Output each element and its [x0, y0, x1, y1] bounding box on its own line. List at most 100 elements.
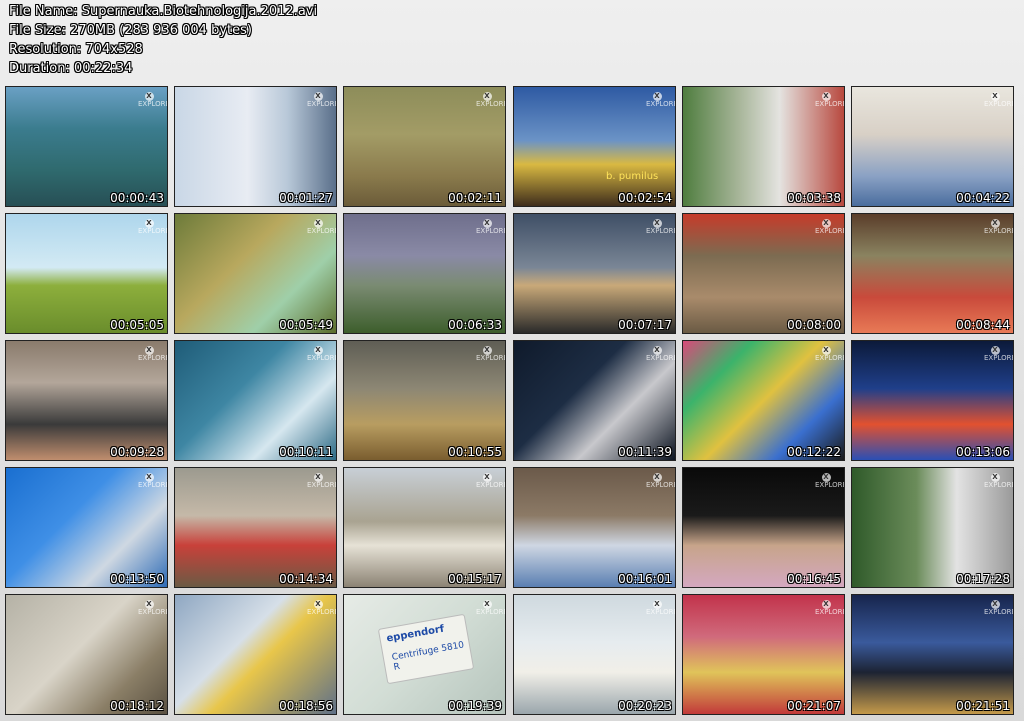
- channel-logo-icon: XEXPLORER: [984, 473, 1013, 489]
- video-thumbnail[interactable]: XEXPLORER 00:04:22: [851, 86, 1014, 207]
- watermark-label: EXPLORER: [984, 608, 1013, 616]
- timestamp: 00:02:54: [618, 191, 672, 205]
- watermark-label: EXPLORER: [138, 608, 167, 616]
- channel-logo-icon: XEXPLORER: [815, 600, 844, 616]
- watermark-label: EXPLORER: [307, 227, 336, 235]
- video-thumbnail[interactable]: XEXPLOREReppendorfCentrifuge 5810 R00:19…: [343, 594, 506, 715]
- channel-logo-icon: XEXPLORER: [307, 346, 336, 362]
- video-thumbnail[interactable]: XEXPLORER 00:08:44: [851, 213, 1014, 334]
- channel-logo-icon: XEXPLORER: [984, 219, 1013, 235]
- channel-logo-icon: XEXPLORER: [307, 219, 336, 235]
- channel-logo-icon: XEXPLORER: [815, 473, 844, 489]
- timestamp: 00:04:22: [956, 191, 1010, 205]
- file-info: File Name: Supernauka.Biotehnologija.201…: [9, 2, 317, 78]
- timestamp: 00:00:43: [110, 191, 164, 205]
- watermark-label: EXPLORER: [138, 481, 167, 489]
- watermark-label: EXPLORER: [646, 100, 675, 108]
- video-thumbnail[interactable]: XEXPLORER b. pumilus 00:02:54: [513, 86, 676, 207]
- timestamp: 00:12:22: [787, 445, 841, 459]
- video-thumbnail[interactable]: XEXPLORER 00:03:38: [682, 86, 845, 207]
- timestamp: 00:10:55: [448, 445, 502, 459]
- video-thumbnail[interactable]: XEXPLORER 00:15:17: [343, 467, 506, 588]
- timestamp: 00:17:28: [956, 572, 1010, 586]
- watermark-label: EXPLORER: [138, 354, 167, 362]
- channel-logo-icon: XEXPLORER: [476, 473, 505, 489]
- watermark-label: EXPLORER: [984, 100, 1013, 108]
- video-thumbnail[interactable]: XEXPLORER 00:00:43: [5, 86, 168, 207]
- video-thumbnail[interactable]: XEXPLORER 00:18:12: [5, 594, 168, 715]
- timestamp: 00:11:39: [618, 445, 672, 459]
- channel-logo-icon: XEXPLORER: [476, 219, 505, 235]
- watermark-label: EXPLORER: [815, 227, 844, 235]
- video-thumbnail[interactable]: XEXPLORER 00:12:22: [682, 340, 845, 461]
- watermark-label: EXPLORER: [307, 608, 336, 616]
- timestamp: 00:21:51: [956, 699, 1010, 713]
- caption-text: b. pumilus: [606, 171, 659, 182]
- timestamp: 00:03:38: [787, 191, 841, 205]
- watermark-label: EXPLORER: [307, 354, 336, 362]
- thumbnail-grid: XEXPLORER00:00:43XEXPLORER00:01:27XEXPLO…: [5, 86, 1014, 715]
- timestamp: 00:13:50: [110, 572, 164, 586]
- channel-logo-icon: XEXPLORER: [476, 600, 505, 616]
- channel-logo-icon: XEXPLORER: [646, 346, 675, 362]
- channel-logo-icon: XEXPLORER: [984, 600, 1013, 616]
- video-thumbnail[interactable]: XEXPLORER 00:02:11: [343, 86, 506, 207]
- video-thumbnail[interactable]: XEXPLORER 00:05:49: [174, 213, 337, 334]
- file-name: File Name: Supernauka.Biotehnologija.201…: [9, 4, 318, 19]
- timestamp: 00:09:28: [110, 445, 164, 459]
- watermark-label: EXPLORER: [476, 354, 505, 362]
- timestamp: 00:08:00: [787, 318, 841, 332]
- video-thumbnail[interactable]: XEXPLORER 00:08:00: [682, 213, 845, 334]
- timestamp: 00:08:44: [956, 318, 1010, 332]
- timestamp: 00:16:45: [787, 572, 841, 586]
- video-thumbnail[interactable]: XEXPLORER 00:10:11: [174, 340, 337, 461]
- channel-logo-icon: XEXPLORER: [646, 219, 675, 235]
- watermark-label: EXPLORER: [476, 100, 505, 108]
- video-thumbnail[interactable]: XEXPLORER 00:09:28: [5, 340, 168, 461]
- timestamp: 00:20:23: [618, 699, 672, 713]
- video-thumbnail[interactable]: XEXPLORER 00:07:17: [513, 213, 676, 334]
- timestamp: 00:01:27: [279, 191, 333, 205]
- resolution: Resolution: 704x528: [9, 42, 143, 57]
- model-name: Centrifuge 5810 R: [391, 640, 465, 673]
- video-thumbnail[interactable]: XEXPLORER 00:11:39: [513, 340, 676, 461]
- watermark-label: EXPLORER: [984, 227, 1013, 235]
- video-thumbnail[interactable]: XEXPLORER 00:10:55: [343, 340, 506, 461]
- channel-logo-icon: XEXPLORER: [138, 219, 167, 235]
- video-thumbnail[interactable]: XEXPLORER 00:01:27: [174, 86, 337, 207]
- channel-logo-icon: XEXPLORER: [815, 346, 844, 362]
- video-thumbnail[interactable]: XEXPLORER 00:13:50: [5, 467, 168, 588]
- timestamp: 00:10:11: [279, 445, 333, 459]
- channel-logo-icon: XEXPLORER: [138, 92, 167, 108]
- video-thumbnail[interactable]: XEXPLORER 00:16:01: [513, 467, 676, 588]
- video-thumbnail[interactable]: XEXPLORER 00:21:51: [851, 594, 1014, 715]
- video-thumbnail[interactable]: XEXPLORER 00:16:45: [682, 467, 845, 588]
- channel-logo-icon: XEXPLORER: [307, 92, 336, 108]
- video-thumbnail[interactable]: XEXPLORER 00:20:23: [513, 594, 676, 715]
- channel-logo-icon: XEXPLORER: [307, 473, 336, 489]
- channel-logo-icon: XEXPLORER: [646, 92, 675, 108]
- video-thumbnail[interactable]: XEXPLORER 00:06:33: [343, 213, 506, 334]
- video-thumbnail[interactable]: XEXPLORER 00:14:34: [174, 467, 337, 588]
- video-thumbnail[interactable]: XEXPLORER 00:18:56: [174, 594, 337, 715]
- timestamp: 00:14:34: [279, 572, 333, 586]
- watermark-label: EXPLORER: [815, 100, 844, 108]
- video-thumbnail[interactable]: XEXPLORER 00:05:05: [5, 213, 168, 334]
- channel-logo-icon: XEXPLORER: [815, 92, 844, 108]
- brand-name: eppendorf: [385, 623, 446, 645]
- watermark-label: EXPLORER: [476, 481, 505, 489]
- watermark-label: EXPLORER: [815, 481, 844, 489]
- video-thumbnail[interactable]: XEXPLORER 00:17:28: [851, 467, 1014, 588]
- video-thumbnail[interactable]: XEXPLORER 00:21:07: [682, 594, 845, 715]
- video-thumbnail[interactable]: XEXPLORER 00:13:06: [851, 340, 1014, 461]
- watermark-label: EXPLORER: [984, 354, 1013, 362]
- channel-logo-icon: XEXPLORER: [984, 92, 1013, 108]
- channel-logo-icon: XEXPLORER: [138, 473, 167, 489]
- watermark-label: EXPLORER: [646, 608, 675, 616]
- watermark-label: EXPLORER: [984, 481, 1013, 489]
- timestamp: 00:18:56: [279, 699, 333, 713]
- centrifuge-label: eppendorf Centrifuge 5810 R: [377, 613, 475, 685]
- channel-logo-icon: XEXPLORER: [138, 346, 167, 362]
- watermark-label: EXPLORER: [307, 481, 336, 489]
- channel-logo-icon: XEXPLORER: [984, 346, 1013, 362]
